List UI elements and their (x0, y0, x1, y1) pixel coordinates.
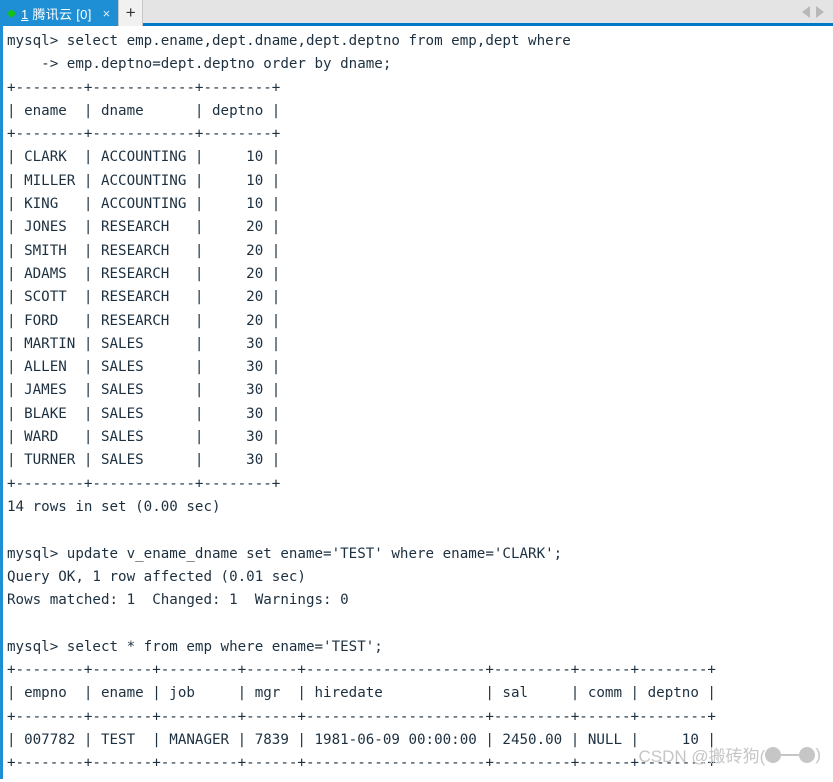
tab-label: 1 腾讯云 [0] (21, 4, 92, 23)
terminal-line: | ADAMS | RESEARCH | 20 | (7, 265, 281, 282)
tab-bar-filler (143, 0, 802, 23)
terminal-line: | MARTIN | SALES | 30 | (7, 335, 281, 352)
tab-tencent-cloud[interactable]: 1 腾讯云 [0] × (0, 0, 119, 26)
terminal-line: | FORD | RESEARCH | 20 | (7, 312, 281, 329)
terminal-line: Rows matched: 1 Changed: 1 Warnings: 0 (7, 592, 349, 609)
terminal-line: | MILLER | ACCOUNTING | 10 | (7, 172, 281, 189)
terminal-line: +--------+-------+---------+------+-----… (7, 708, 716, 725)
watermark: CSDN @搬砖狗( ) (639, 742, 821, 767)
tab-title: 腾讯云 [0] (28, 6, 92, 22)
terminal-line: | JONES | RESEARCH | 20 | (7, 219, 281, 236)
terminal-line: | SMITH | RESEARCH | 20 | (7, 242, 281, 259)
terminal-line: | KING | ACCOUNTING | 10 | (7, 196, 281, 213)
watermark-prefix: CSDN @搬砖狗( (638, 747, 766, 766)
terminal-line: +--------+------------+--------+ (7, 475, 281, 492)
terminal-line: +--------+------------+--------+ (7, 126, 281, 143)
watermark-face-icon (765, 746, 816, 763)
terminal-line: | BLAKE | SALES | 30 | (7, 405, 281, 422)
terminal-line: 14 rows in set (0.00 sec) (7, 498, 221, 515)
terminal-line: | ename | dname | deptno | (7, 102, 281, 119)
terminal-line: | TURNER | SALES | 30 | (7, 452, 281, 469)
connection-status-dot (8, 9, 15, 17)
terminal-line: mysql> update v_ename_dname set ename='T… (7, 545, 563, 562)
terminal-line: | WARD | SALES | 30 | (7, 429, 281, 446)
chevron-right-icon[interactable] (816, 5, 824, 18)
tab-scroll-controls (802, 0, 833, 23)
terminal-line: -> emp.deptno=dept.deptno order by dname… (7, 56, 392, 73)
terminal-line: 1 row in set (0.00 sec) (7, 776, 833, 780)
tab-bar: 1 腾讯云 [0] × + (0, 0, 833, 26)
terminal-line: | ALLEN | SALES | 30 | (7, 359, 281, 376)
new-tab-button[interactable]: + (118, 0, 144, 26)
chevron-left-icon[interactable] (802, 5, 810, 18)
terminal-line: +--------+-------+---------+------+-----… (7, 662, 716, 679)
close-icon[interactable]: × (101, 7, 113, 20)
terminal-line: +--------+------------+--------+ (7, 79, 281, 96)
terminal-line: mysql> select emp.ename,dept.dname,dept.… (7, 33, 571, 49)
terminal-line: | CLARK | ACCOUNTING | 10 | (7, 149, 281, 166)
terminal-output: mysql> select emp.ename,dept.dname,dept.… (7, 30, 833, 779)
terminal-line: | SCOTT | RESEARCH | 20 | (7, 289, 281, 306)
terminal-line: | JAMES | SALES | 30 | (7, 382, 281, 399)
terminal-line: mysql> select * from emp where ename='TE… (7, 638, 383, 655)
tab-index: 1 (21, 6, 29, 22)
terminal-line: | empno | ename | job | mgr | hiredate |… (7, 685, 716, 702)
terminal-pane[interactable]: mysql> select emp.ename,dept.dname,dept.… (0, 26, 833, 779)
terminal-line: Query OK, 1 row affected (0.01 sec) (7, 568, 306, 585)
watermark-suffix: ) (815, 744, 821, 764)
